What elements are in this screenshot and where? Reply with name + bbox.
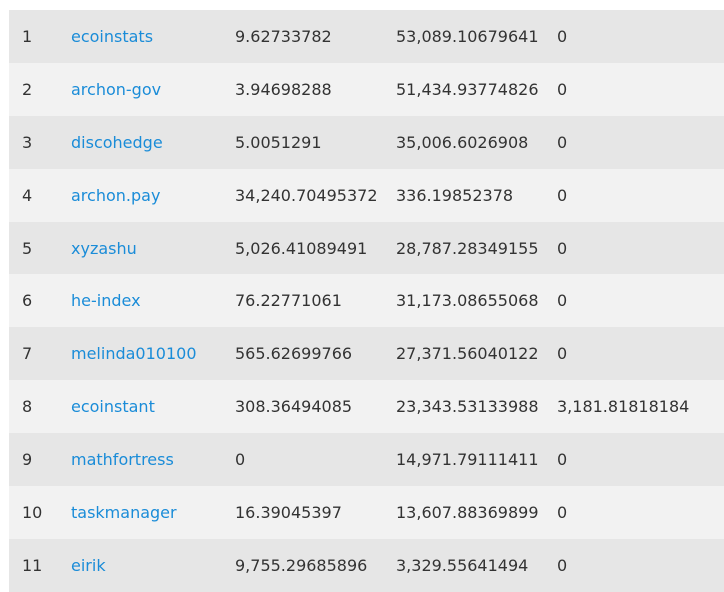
value-b-cell: 13,607.88369899 <box>396 502 539 522</box>
value-a-cell: 9.62733782 <box>235 26 332 46</box>
value-b-cell: 336.19852378 <box>396 185 514 205</box>
account-link[interactable]: ecoinstant <box>71 397 155 416</box>
account-cell: eirik <box>71 539 235 592</box>
account-cell: mathfortress <box>71 433 235 486</box>
table-row: 4 archon.pay 34,240.70495372 336.1985237… <box>9 168 724 222</box>
value-b-cell: 3,329.55641494 <box>396 555 529 575</box>
value-b-cell: 14,971.79111411 <box>396 450 539 470</box>
value-c-cell: 0 <box>557 555 568 575</box>
account-cell: discohedge <box>71 116 235 169</box>
richlist-table-container: 1 ecoinstats 9.62733782 53,089.10679641 … <box>9 10 724 592</box>
rank-cell: 4 <box>22 185 33 205</box>
value-c-cell: 0 <box>557 502 568 522</box>
table-row: 10 taskmanager 16.39045397 13,607.883698… <box>9 486 724 539</box>
value-a-cell: 308.36494085 <box>235 397 353 417</box>
table-row: 1 ecoinstats 9.62733782 53,089.10679641 … <box>9 10 724 63</box>
value-a-cell: 76.22771061 <box>235 291 342 311</box>
table-row: 3 discohedge 5.0051291 35,006.6026908 0 <box>9 115 724 169</box>
account-link[interactable]: ecoinstats <box>71 27 153 46</box>
rank-cell: 8 <box>22 397 33 417</box>
rank-cell: 2 <box>22 79 33 99</box>
value-b-cell: 35,006.6026908 <box>396 132 529 152</box>
value-c-cell: 0 <box>557 132 568 152</box>
rank-cell: 6 <box>22 291 33 311</box>
value-c-cell: 0 <box>557 291 568 311</box>
value-a-cell: 0 <box>235 450 246 470</box>
account-link[interactable]: archon-gov <box>71 80 161 99</box>
value-a-cell: 3.94698288 <box>235 79 332 99</box>
account-cell: ecoinstant <box>71 380 235 433</box>
rank-cell: 1 <box>22 26 33 46</box>
value-c-cell: 0 <box>557 344 568 364</box>
rank-cell: 7 <box>22 344 33 364</box>
rank-cell: 5 <box>22 238 33 258</box>
value-b-cell: 51,434.93774826 <box>396 79 539 99</box>
value-a-cell: 565.62699766 <box>235 344 353 364</box>
account-cell: archon-gov <box>71 63 235 116</box>
account-cell: he-index <box>71 274 235 327</box>
value-a-cell: 34,240.70495372 <box>235 185 378 205</box>
value-b-cell: 27,371.56040122 <box>396 344 539 364</box>
value-a-cell: 16.39045397 <box>235 502 342 522</box>
value-c-cell: 3,181.81818184 <box>557 397 690 417</box>
account-link[interactable]: archon.pay <box>71 186 160 205</box>
value-b-cell: 53,089.10679641 <box>396 26 539 46</box>
table-row: 6 he-index 76.22771061 31,173.08655068 0 <box>9 274 724 328</box>
value-c-cell: 0 <box>557 26 568 46</box>
value-b-cell: 23,343.53133988 <box>396 397 539 417</box>
table-row: 7 melinda010100 565.62699766 27,371.5604… <box>9 327 724 381</box>
value-a-cell: 5,026.41089491 <box>235 238 368 258</box>
value-c-cell: 0 <box>557 450 568 470</box>
table-body: 1 ecoinstats 9.62733782 53,089.10679641 … <box>9 10 724 592</box>
account-cell: xyzashu <box>71 222 235 275</box>
account-cell: archon.pay <box>71 169 235 222</box>
account-link[interactable]: melinda010100 <box>71 344 197 363</box>
account-link[interactable]: he-index <box>71 291 141 310</box>
account-link[interactable]: eirik <box>71 556 106 575</box>
table-row: 2 archon-gov 3.94698288 51,434.93774826 … <box>9 62 724 116</box>
table-row: 11 eirik 9,755.29685896 3,329.55641494 0 <box>9 538 724 592</box>
rank-cell: 3 <box>22 132 33 152</box>
account-link[interactable]: mathfortress <box>71 450 174 469</box>
table-row: 8 ecoinstant 308.36494085 23,343.5313398… <box>9 380 724 434</box>
account-link[interactable]: xyzashu <box>71 239 137 258</box>
value-c-cell: 0 <box>557 185 568 205</box>
value-a-cell: 5.0051291 <box>235 132 322 152</box>
account-link[interactable]: taskmanager <box>71 503 177 522</box>
table-row: 9 mathfortress 0 14,971.79111411 0 <box>9 433 724 487</box>
table-row: 5 xyzashu 5,026.41089491 28,787.28349155… <box>9 221 724 275</box>
value-b-cell: 28,787.28349155 <box>396 238 539 258</box>
value-c-cell: 0 <box>557 79 568 99</box>
account-cell: melinda010100 <box>71 327 235 380</box>
account-cell: taskmanager <box>71 486 235 539</box>
account-link[interactable]: discohedge <box>71 133 163 152</box>
rank-cell: 11 <box>22 555 43 575</box>
richlist-table: 1 ecoinstats 9.62733782 53,089.10679641 … <box>9 10 724 592</box>
account-cell: ecoinstats <box>71 10 235 63</box>
value-c-cell: 0 <box>557 238 568 258</box>
value-a-cell: 9,755.29685896 <box>235 555 368 575</box>
value-b-cell: 31,173.08655068 <box>396 291 539 311</box>
rank-cell: 10 <box>22 502 43 522</box>
rank-cell: 9 <box>22 450 33 470</box>
